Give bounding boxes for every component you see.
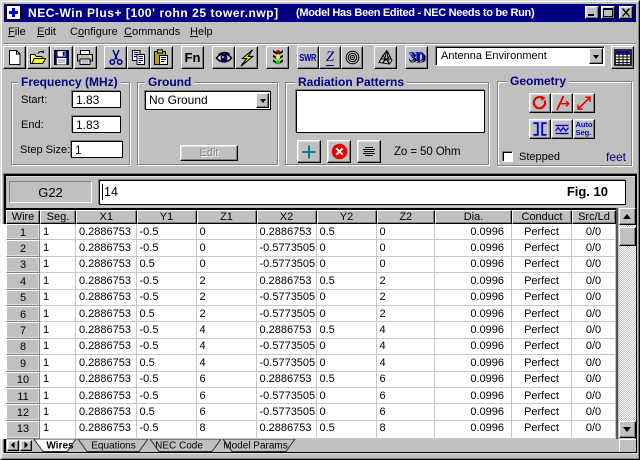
svg-text:Equations: Equations xyxy=(91,441,135,452)
svg-text:NEC Code: NEC Code xyxy=(155,441,203,452)
svg-text:Wires: Wires xyxy=(46,441,74,452)
svg-text:Model Params: Model Params xyxy=(223,441,287,452)
